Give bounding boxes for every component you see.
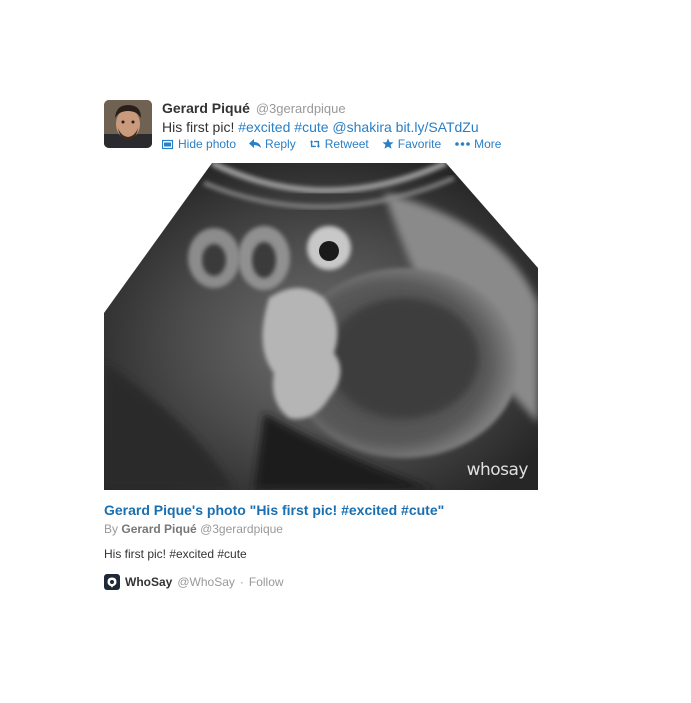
card-source: WhoSay @WhoSay · Follow bbox=[104, 574, 284, 590]
by-prefix: By bbox=[104, 522, 119, 536]
source-name[interactable]: WhoSay bbox=[125, 575, 172, 589]
mention-shakira[interactable]: @shakira bbox=[332, 119, 391, 135]
card-description: His first pic! #excited #cute bbox=[104, 547, 247, 561]
author-handle[interactable]: @3gerardpique bbox=[256, 101, 346, 116]
tweet-photo[interactable]: whosay bbox=[104, 163, 538, 490]
card-title-link[interactable]: Gerard Pique's photo "His first pic! #ex… bbox=[104, 502, 444, 518]
reply-icon bbox=[249, 138, 262, 150]
author-name[interactable]: Gerard Piqué bbox=[162, 100, 250, 116]
whosay-watermark: whosay bbox=[466, 460, 529, 480]
more-label: More bbox=[474, 137, 502, 151]
by-author-handle[interactable]: @3gerardpique bbox=[200, 522, 283, 536]
hide-photo-button[interactable]: Hide photo bbox=[162, 137, 236, 151]
tweet-text-plain: His first pic! bbox=[162, 119, 235, 135]
reply-button[interactable]: Reply bbox=[249, 137, 296, 151]
retweet-icon bbox=[309, 138, 321, 150]
source-handle[interactable]: @WhoSay bbox=[177, 575, 235, 589]
whosay-logo-icon[interactable] bbox=[104, 574, 120, 590]
more-dots-icon bbox=[454, 138, 470, 150]
author-avatar[interactable] bbox=[104, 100, 152, 148]
retweet-label: Retweet bbox=[324, 137, 369, 151]
more-button[interactable]: More bbox=[454, 137, 501, 151]
follow-link[interactable]: Follow bbox=[249, 575, 284, 589]
tweet-url[interactable]: bit.ly/SATdZu bbox=[396, 119, 479, 135]
reply-label: Reply bbox=[265, 137, 296, 151]
tweet-actions: Hide photo Reply Retweet Favorite More bbox=[162, 137, 501, 151]
tweet-text: His first pic! #excited #cute @shakira b… bbox=[162, 118, 479, 136]
photo-icon bbox=[162, 138, 174, 150]
by-author-name[interactable]: Gerard Piqué bbox=[121, 522, 196, 536]
tweet-header: Gerard Piqué @3gerardpique bbox=[162, 99, 346, 118]
retweet-button[interactable]: Retweet bbox=[309, 137, 369, 151]
card-byline: By Gerard Piqué @3gerardpique bbox=[104, 522, 283, 536]
hide-photo-label: Hide photo bbox=[178, 137, 237, 151]
hashtag-cute[interactable]: #cute bbox=[294, 119, 328, 135]
favorite-label: Favorite bbox=[397, 137, 442, 151]
star-icon bbox=[382, 138, 394, 150]
favorite-button[interactable]: Favorite bbox=[382, 137, 441, 151]
hashtag-excited[interactable]: #excited bbox=[238, 119, 290, 135]
source-separator: · bbox=[239, 575, 244, 589]
